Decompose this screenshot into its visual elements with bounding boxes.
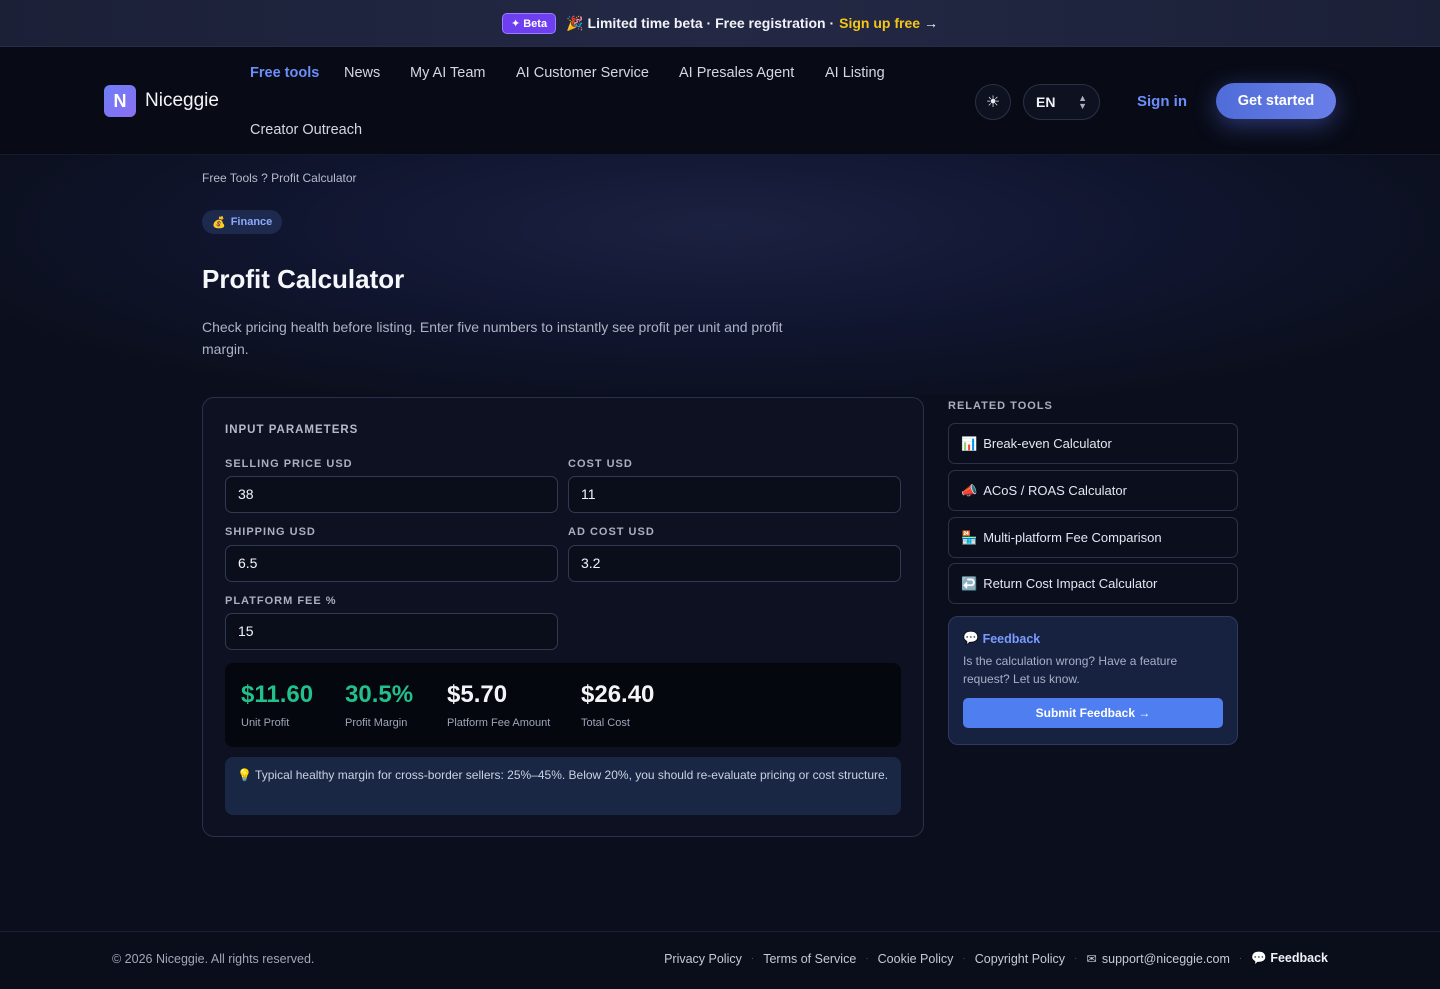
cookie-policy-link[interactable]: Cookie Policy [878,952,954,966]
separator: · [962,953,966,964]
calculator-card: INPUT PARAMETERS SELLING PRICE USD 38 CO… [202,397,924,837]
platform-fee-amount-value: $5.70 [447,681,508,708]
logo[interactable]: N Niceggie [104,85,219,117]
language-value: EN [1036,94,1056,110]
site-header: N Niceggie Free tools News My AI Team AI… [0,47,1440,155]
results-panel: $11.60 Unit Profit 30.5% Profit Margin $… [225,663,901,747]
feedback-title: 💬 Feedback [963,631,1223,646]
party-icon: 🎉 [566,14,584,31]
return-arrow-icon: ↩️ [961,575,978,591]
email-icon: ✉ [1086,952,1097,966]
ad-cost-label: AD COST USD [568,526,655,538]
platform-fee-result: $5.70 Platform Fee Amount [447,681,550,729]
related-tool-label: Multi-platform Fee Comparison [983,530,1162,545]
separator: · [865,953,869,964]
unit-profit-label: Unit Profit [241,717,290,729]
arrow-right-icon: → [924,15,939,31]
bar-chart-icon: 📊 [961,435,978,451]
logo-text: Niceggie [145,90,219,111]
terms-of-service-link[interactable]: Terms of Service [763,952,856,966]
theme-toggle-button[interactable]: ☀ [975,84,1011,120]
page-title: Profit Calculator [202,264,405,294]
related-tool-acos-roas[interactable]: 📣 ACoS / ROAS Calculator [948,470,1238,511]
sun-icon: ☀ [985,94,1001,111]
beta-badge: ✦ Beta [501,12,557,34]
cost-input[interactable]: 11 [568,476,901,513]
privacy-policy-link[interactable]: Privacy Policy [664,952,742,966]
selling-price-input[interactable]: 38 [225,476,558,513]
nav-ai-listing[interactable]: AI Listing [825,65,885,81]
unit-profit-value: $11.60 [241,681,314,708]
total-cost-value: $26.40 [581,681,655,708]
margin-tip: 💡 Typical healthy margin for cross-borde… [225,757,901,815]
separator: · [750,953,755,964]
top-banner: ✦ Beta 🎉 Limited time beta · Free regist… [0,0,1440,47]
separator: · [1074,953,1078,964]
related-tool-label: Return Cost Impact Calculator [983,576,1158,591]
banner-text: Limited time beta · Free registration · [587,15,835,31]
copyright-policy-link[interactable]: Copyright Policy [975,952,1065,966]
related-tool-label: ACoS / ROAS Calculator [983,483,1127,498]
platform-fee-input[interactable]: 15 [225,613,558,650]
nav-free-tools[interactable]: Free tools [250,65,319,81]
shipping-label: SHIPPING USD [225,526,316,538]
total-cost-label: Total Cost [581,717,630,729]
related-tool-return-cost[interactable]: ↩️ Return Cost Impact Calculator [948,563,1238,604]
profit-margin-value: 30.5% [345,681,414,708]
submit-feedback-button[interactable]: Submit Feedback → [963,698,1223,728]
platform-fee-amount-label: Platform Fee Amount [447,717,551,729]
related-tool-fee-comparison[interactable]: 🏪 Multi-platform Fee Comparison [948,517,1238,558]
feedback-text: Is the calculation wrong? Have a feature… [963,654,1178,686]
support-email-link[interactable]: support@niceggie.com [1102,952,1230,966]
total-cost-result: $26.40 Total Cost [581,681,654,729]
category-badge: 💰 Finance [202,210,283,234]
nav-my-ai-team[interactable]: My AI Team [410,65,485,81]
nav-news[interactable]: News [344,65,380,81]
nav-ai-presales-agent[interactable]: AI Presales Agent [679,65,794,81]
store-icon: 🏪 [961,529,978,545]
nav-ai-customer-service[interactable]: AI Customer Service [516,65,649,81]
ad-cost-input[interactable]: 3.2 [568,545,901,582]
selling-price-label: SELLING PRICE USD [225,458,353,470]
separator: · [1238,953,1243,964]
profit-margin-label: Profit Margin [345,717,408,729]
unit-profit-result: $11.60 Unit Profit [241,681,313,729]
footer-feedback-link[interactable]: 💬 Feedback [1251,951,1328,966]
input-section-title: INPUT PARAMETERS [225,424,359,436]
related-tool-label: Break-even Calculator [983,436,1112,451]
money-bag-icon: 💰 [212,216,226,229]
language-select[interactable]: EN ▲ ▼ [1023,84,1100,120]
logo-mark: N [104,85,136,117]
cost-label: COST USD [568,458,633,470]
platform-fee-label: PLATFORM FEE % [225,595,337,607]
related-tools-title: RELATED TOOLS [948,400,1053,412]
footer-feedback-text: Feedback [1270,951,1328,965]
signup-link[interactable]: Sign up free [839,15,920,31]
copyright: © 2026 Niceggie. All rights reserved. [112,952,315,966]
footer-links: Privacy Policy · Terms of Service · Cook… [664,951,1328,966]
sign-in-link[interactable]: Sign in [1137,93,1187,110]
speech-bubble-icon: 💬 [1251,951,1267,965]
nav-creator-outreach[interactable]: Creator Outreach [250,122,362,138]
shipping-input[interactable]: 6.5 [225,545,558,582]
speech-bubble-icon: 💬 [963,631,979,645]
feedback-card: 💬 Feedback Is the calculation wrong? Hav… [948,616,1238,745]
page-description: Check pricing health before listing. Ent… [202,319,783,357]
feedback-title-text: Feedback [982,631,1041,646]
breadcrumb: Free Tools ? Profit Calculator [202,171,357,185]
profit-margin-result: 30.5% Profit Margin [345,681,413,729]
megaphone-icon: 📣 [961,482,978,498]
related-tool-break-even[interactable]: 📊 Break-even Calculator [948,423,1238,464]
get-started-button[interactable]: Get started [1216,83,1336,119]
category-label: Finance [230,216,273,228]
chevron-updown-icon: ▲ ▼ [1078,93,1087,111]
site-footer: © 2026 Niceggie. All rights reserved. Pr… [0,931,1440,989]
